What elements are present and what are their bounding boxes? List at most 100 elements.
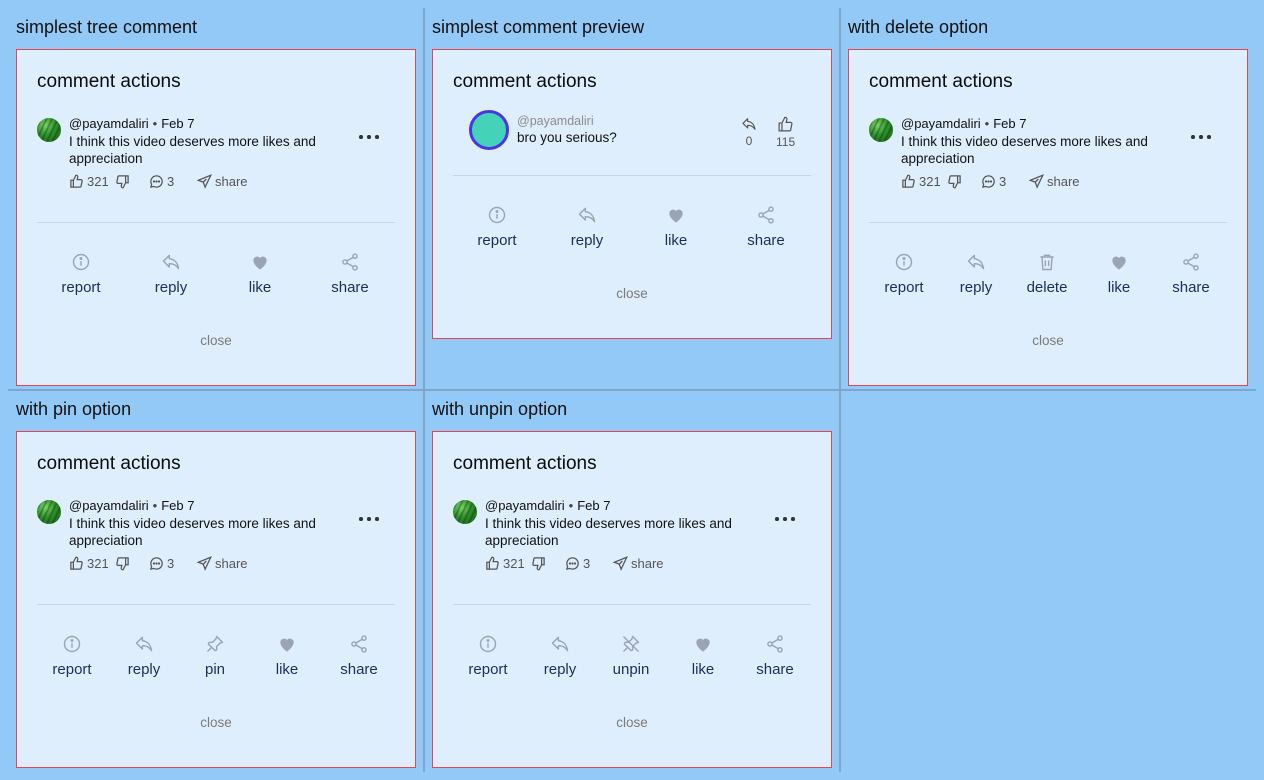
dislike-button[interactable] bbox=[947, 174, 962, 189]
like-button[interactable]: 321 bbox=[69, 174, 109, 189]
reply-stat[interactable]: 0 bbox=[741, 116, 757, 148]
divider bbox=[453, 175, 811, 176]
close-button[interactable]: close bbox=[849, 333, 1247, 348]
thumbs-up-icon bbox=[778, 116, 793, 132]
thumbs-up-icon bbox=[902, 174, 915, 188]
avatar[interactable] bbox=[453, 500, 477, 524]
send-icon bbox=[1029, 174, 1044, 189]
comment-actions-sheet: comment actions @payamdaliri • Feb 7 I thi… bbox=[16, 431, 416, 768]
dislike-button[interactable] bbox=[531, 556, 546, 571]
chat-bubble-icon bbox=[981, 175, 995, 189]
report-action[interactable]: report bbox=[462, 205, 532, 250]
chat-bubble-icon bbox=[149, 175, 163, 189]
action-label: report bbox=[468, 661, 508, 678]
share-button[interactable]: share bbox=[1029, 174, 1080, 189]
sheet-title: comment actions bbox=[37, 453, 181, 474]
replies-button[interactable]: 3 bbox=[149, 174, 174, 189]
divider bbox=[869, 222, 1227, 223]
action-label: report bbox=[61, 279, 101, 296]
report-action[interactable]: report bbox=[869, 252, 939, 297]
share-button[interactable]: share bbox=[197, 174, 248, 189]
reply-icon bbox=[162, 254, 180, 270]
avatar[interactable] bbox=[869, 118, 893, 142]
like-action[interactable]: like bbox=[252, 634, 322, 679]
replies-button[interactable]: 3 bbox=[149, 556, 174, 571]
comment-actions-sheet: comment actions @payamdaliri bro you ser… bbox=[432, 49, 832, 339]
like-button[interactable]: 321 bbox=[69, 556, 109, 571]
meta-dot: • bbox=[152, 498, 158, 513]
chat-bubble-icon bbox=[565, 557, 579, 571]
divider bbox=[453, 604, 811, 605]
share-icon bbox=[342, 253, 358, 271]
delete-action[interactable]: delete bbox=[1012, 252, 1082, 297]
close-button[interactable]: close bbox=[17, 333, 415, 348]
replies-button[interactable]: 3 bbox=[981, 174, 1006, 189]
share-button[interactable]: share bbox=[613, 556, 664, 571]
heart-icon bbox=[253, 256, 267, 270]
reply-action[interactable]: reply bbox=[941, 252, 1011, 297]
comment-meta: @payamdaliri • Feb 7 bbox=[485, 498, 610, 514]
like-stat[interactable]: 115 bbox=[776, 116, 795, 149]
action-label: share bbox=[340, 661, 378, 678]
comment-username[interactable]: @payamdaliri bbox=[69, 116, 149, 131]
unpin-action[interactable]: unpin bbox=[596, 634, 666, 679]
like-count: 321 bbox=[87, 174, 109, 189]
divider bbox=[37, 604, 395, 605]
dislike-button[interactable] bbox=[115, 556, 130, 571]
comment-username[interactable]: @payamdaliri bbox=[485, 498, 565, 513]
share-button[interactable]: share bbox=[197, 556, 248, 571]
info-icon bbox=[479, 635, 497, 653]
comment-date: Feb 7 bbox=[161, 498, 195, 513]
close-button[interactable]: close bbox=[17, 715, 415, 730]
report-action[interactable]: report bbox=[37, 634, 107, 679]
pin-action[interactable]: pin bbox=[180, 634, 250, 679]
share-action[interactable]: share bbox=[731, 205, 801, 250]
avatar[interactable] bbox=[37, 118, 61, 142]
avatar[interactable] bbox=[37, 500, 61, 524]
close-button[interactable]: close bbox=[433, 286, 831, 301]
more-options-button[interactable] bbox=[775, 512, 797, 524]
avatar[interactable] bbox=[469, 110, 509, 150]
like-button[interactable]: 321 bbox=[901, 174, 941, 189]
like-action[interactable]: like bbox=[641, 205, 711, 250]
thumbs-up-icon bbox=[70, 556, 83, 570]
more-options-button[interactable] bbox=[359, 130, 381, 142]
reply-icon bbox=[551, 636, 569, 652]
reply-action[interactable]: reply bbox=[136, 252, 206, 297]
report-action[interactable]: report bbox=[453, 634, 523, 679]
comment-text: bro you serious? bbox=[517, 130, 617, 145]
like-action[interactable]: like bbox=[1084, 252, 1154, 297]
action-label: reply bbox=[127, 661, 161, 678]
action-label: unpin bbox=[612, 661, 650, 678]
pin-icon bbox=[206, 635, 224, 653]
more-options-button[interactable] bbox=[1191, 130, 1213, 142]
reply-count: 3 bbox=[999, 174, 1007, 189]
reply-action[interactable]: reply bbox=[552, 205, 622, 250]
report-action[interactable]: report bbox=[46, 252, 116, 297]
like-button[interactable]: 321 bbox=[485, 556, 525, 571]
reply-icon bbox=[135, 636, 153, 652]
share-action[interactable]: share bbox=[1156, 252, 1226, 297]
action-label: reply bbox=[543, 661, 577, 678]
share-action[interactable]: share bbox=[740, 634, 810, 679]
heart-icon bbox=[280, 638, 294, 652]
comment-text: I think this video deserves more likes a… bbox=[69, 134, 316, 166]
comment-username[interactable]: @payamdaliri bbox=[901, 116, 981, 131]
like-action[interactable]: like bbox=[225, 252, 295, 297]
share-action[interactable]: share bbox=[315, 252, 385, 297]
share-icon bbox=[758, 206, 774, 224]
comment-username[interactable]: @payamdaliri bbox=[69, 498, 149, 513]
share-action[interactable]: share bbox=[324, 634, 394, 679]
close-button[interactable]: close bbox=[433, 715, 831, 730]
more-options-button[interactable] bbox=[359, 512, 381, 524]
replies-button[interactable]: 3 bbox=[565, 556, 590, 571]
action-label: reply bbox=[154, 279, 188, 296]
comment-username[interactable]: @payamdaliri bbox=[517, 114, 594, 128]
reply-action[interactable]: reply bbox=[109, 634, 179, 679]
reply-action[interactable]: reply bbox=[525, 634, 595, 679]
share-icon bbox=[767, 635, 783, 653]
dislike-button[interactable] bbox=[115, 174, 130, 189]
like-action[interactable]: like bbox=[668, 634, 738, 679]
comment-meta: @payamdaliri • Feb 7 bbox=[69, 498, 194, 514]
heart-icon bbox=[669, 209, 683, 223]
